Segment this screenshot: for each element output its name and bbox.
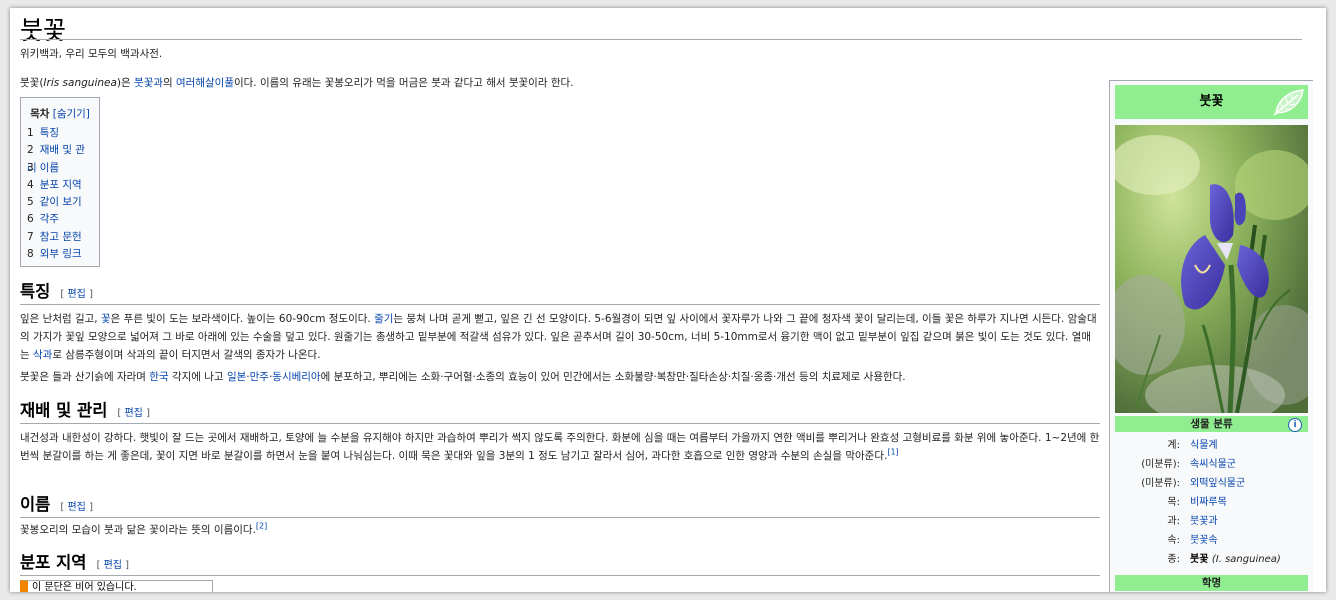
- table-of-contents: 목차 [숨기기] 1 특징 2 재배 및 관리 3 이름 4 분포 지역 5 같이 보기 …: [20, 97, 100, 267]
- toc-item[interactable]: 4 분포 지역: [27, 177, 93, 194]
- toc-item[interactable]: 8 외부 링크: [27, 246, 93, 263]
- section-body-cultivation: 내건성과 내한성이 강하다. 햇빛이 잘 드는 곳에서 재배하고, 토양에 늘 …: [20, 429, 1100, 465]
- section-body-features: 잎은 난처럼 길고, 꽃은 푸른 빛이 도는 보라색이다. 높이는 60-90c…: [20, 310, 1100, 386]
- section-title: 재배 및 관리: [20, 401, 108, 420]
- article-content: 붓꽃 위키백과, 우리 모두의 백과사전. 붓꽃(Iris sanguinea)…: [20, 8, 1313, 592]
- link-capsule[interactable]: 삭과: [33, 349, 52, 361]
- section-body-name: 꽃봉오리의 모습이 붓과 닮은 꽃이라는 뜻의 이름이다.[2]: [20, 521, 1100, 539]
- link-korea[interactable]: 한국: [149, 371, 168, 383]
- taxonomy-link[interactable]: 붓꽃속: [1190, 531, 1218, 550]
- intro-text: 의: [163, 77, 177, 89]
- taxonomy-rank: 종:: [1167, 554, 1180, 565]
- taxonomy-row: (미분류): 외떡잎식물군: [1115, 474, 1308, 493]
- link-stem[interactable]: 줄기: [374, 313, 393, 325]
- empty-section-notice: 이 문단은 비어 있습니다.: [20, 580, 213, 592]
- toc-link-name[interactable]: 이름: [40, 162, 59, 174]
- taxonomy-rank: (미분류):: [1141, 478, 1180, 489]
- footnote-ref-1[interactable]: [1]: [887, 448, 898, 457]
- toc-number: 3: [27, 161, 34, 174]
- link-flower[interactable]: 꽃: [101, 313, 111, 325]
- info-icon[interactable]: i: [1288, 418, 1302, 432]
- toc-number: 5: [27, 196, 34, 209]
- taxonomy-row: 계: 식물계: [1115, 436, 1308, 455]
- taxonomy-link[interactable]: 외떡잎식물군: [1190, 474, 1245, 493]
- toc-number: 8: [27, 248, 34, 261]
- infobox: 붓꽃 생물 분류 i 계: 식물계 (미분류): 속씨식물군 (미분류): 외떡…: [1109, 80, 1313, 592]
- binomial-header: 학명: [1115, 575, 1308, 591]
- taxonomy-link[interactable]: 비짜루목: [1190, 493, 1227, 512]
- toc-link-features[interactable]: 특징: [40, 127, 59, 139]
- species-scientific-name: (I. sanguinea): [1211, 554, 1281, 565]
- link-japan[interactable]: 일본: [227, 371, 246, 383]
- taxonomy-link[interactable]: 붓꽃과: [1190, 512, 1218, 531]
- taxonomy-row: 과: 붓꽃과: [1115, 512, 1308, 531]
- features-paragraph-1: 잎은 난처럼 길고, 꽃은 푸른 빛이 도는 보라색이다. 높이는 60-90c…: [20, 313, 1097, 361]
- taxonomy-row: (미분류): 속씨식물군: [1115, 455, 1308, 474]
- section-heading-cultivation: 재배 및 관리 [ 편집 ]: [20, 399, 1100, 424]
- toc-item[interactable]: 2 재배 및 관리: [27, 142, 93, 173]
- toc-item[interactable]: 6 각주: [27, 211, 93, 228]
- taxonomy-link[interactable]: 식물계: [1190, 436, 1218, 455]
- toc-link-external-links[interactable]: 외부 링크: [40, 248, 82, 260]
- taxonomy-link[interactable]: 속씨식물군: [1190, 455, 1236, 474]
- taxonomy-rank: 목:: [1167, 497, 1180, 508]
- intro-text: )은: [116, 77, 135, 89]
- toc-title: 목차: [30, 108, 50, 120]
- scientific-name: Iris sanguinea: [43, 77, 117, 89]
- intro-text: 붓꽃(: [20, 77, 44, 89]
- link-east-siberia[interactable]: 동시베리아: [272, 371, 320, 383]
- toc-hide-toggle[interactable]: [숨기기]: [53, 108, 90, 120]
- browser-window: 붓꽃 위키백과, 우리 모두의 백과사전. 붓꽃(Iris sanguinea)…: [10, 8, 1326, 592]
- infobox-title-text: 붓꽃: [1199, 94, 1224, 109]
- toc-number: 6: [27, 213, 34, 226]
- toc-link-footnotes[interactable]: 각주: [40, 213, 59, 225]
- taxonomy-row: 목: 비짜루목: [1115, 493, 1308, 512]
- toc-link-references[interactable]: 참고 문헌: [40, 231, 82, 243]
- section-heading-distribution: 분포 지역 [ 편집 ]: [20, 551, 1100, 576]
- taxonomy-rank: 과:: [1167, 516, 1180, 527]
- section-title: 이름: [20, 495, 51, 514]
- name-paragraph: 꽃봉오리의 모습이 붓과 닮은 꽃이라는 뜻의 이름이다.[2]: [20, 521, 268, 536]
- tagline: 위키백과, 우리 모두의 백과사전.: [20, 48, 163, 60]
- leaf-icon: [1273, 89, 1304, 116]
- classification-header: 생물 분류 i: [1115, 416, 1308, 432]
- toc-item[interactable]: 3 이름: [27, 160, 93, 177]
- footnote-ref-2[interactable]: [2]: [256, 522, 267, 531]
- infobox-title: 붓꽃: [1115, 85, 1308, 119]
- link-perennial[interactable]: 여러해살이풀: [176, 77, 234, 89]
- section-title: 특징: [20, 282, 51, 301]
- edit-section-link[interactable]: [ 편집 ]: [60, 502, 93, 513]
- edit-section-link[interactable]: [ 편집 ]: [60, 289, 93, 300]
- link-manchuria[interactable]: 만주: [250, 371, 269, 383]
- edit-section-link[interactable]: [ 편집 ]: [117, 408, 150, 419]
- toc-number: 4: [27, 178, 34, 191]
- taxonomy-row-species: 종: 붓꽃 (I. sanguinea): [1115, 550, 1308, 569]
- toc-link-distribution[interactable]: 분포 지역: [40, 179, 82, 191]
- toc-number: 7: [27, 230, 34, 243]
- taxonomy-rank: 속:: [1167, 535, 1180, 546]
- toc-item[interactable]: 7 참고 문헌: [27, 229, 93, 246]
- toc-item[interactable]: 5 같이 보기: [27, 194, 93, 211]
- cultivation-paragraph: 내건성과 내한성이 강하다. 햇빛이 잘 드는 곳에서 재배하고, 토양에 늘 …: [20, 432, 1100, 462]
- section-heading-features: 특징 [ 편집 ]: [20, 280, 1100, 305]
- link-iris-family[interactable]: 붓꽃과: [134, 77, 163, 89]
- page-title: 붓꽃: [20, 16, 67, 45]
- taxonomy-row: 속: 붓꽃속: [1115, 531, 1308, 550]
- intro-paragraph: 붓꽃(Iris sanguinea)은 붓꽃과의 여러해살이풀이다. 이름의 유…: [20, 74, 1100, 92]
- species-name: 붓꽃 (I. sanguinea): [1190, 554, 1281, 565]
- title-divider: [20, 39, 1302, 40]
- taxonomy-rank: (미분류):: [1141, 459, 1180, 470]
- toc-number: 2: [27, 144, 34, 157]
- iris-photo: [1115, 125, 1308, 413]
- toc-item[interactable]: 1 특징: [27, 125, 93, 142]
- toc-number: 1: [27, 127, 34, 139]
- taxonomy-rank: 계:: [1167, 440, 1180, 451]
- section-heading-name: 이름 [ 편집 ]: [20, 493, 1100, 518]
- toc-link-see-also[interactable]: 같이 보기: [40, 196, 82, 208]
- intro-text: 이다. 이름의 유래는 꽃봉오리가 먹을 머금은 붓과 같다고 해서 붓꽃이라 …: [233, 77, 574, 89]
- edit-section-link[interactable]: [ 편집 ]: [96, 560, 129, 571]
- section-title: 분포 지역: [20, 553, 87, 572]
- features-paragraph-2: 붓꽃은 들과 산기슭에 자라며 한국 각지에 나고 일본·만주·동시베리아에 분…: [20, 371, 906, 383]
